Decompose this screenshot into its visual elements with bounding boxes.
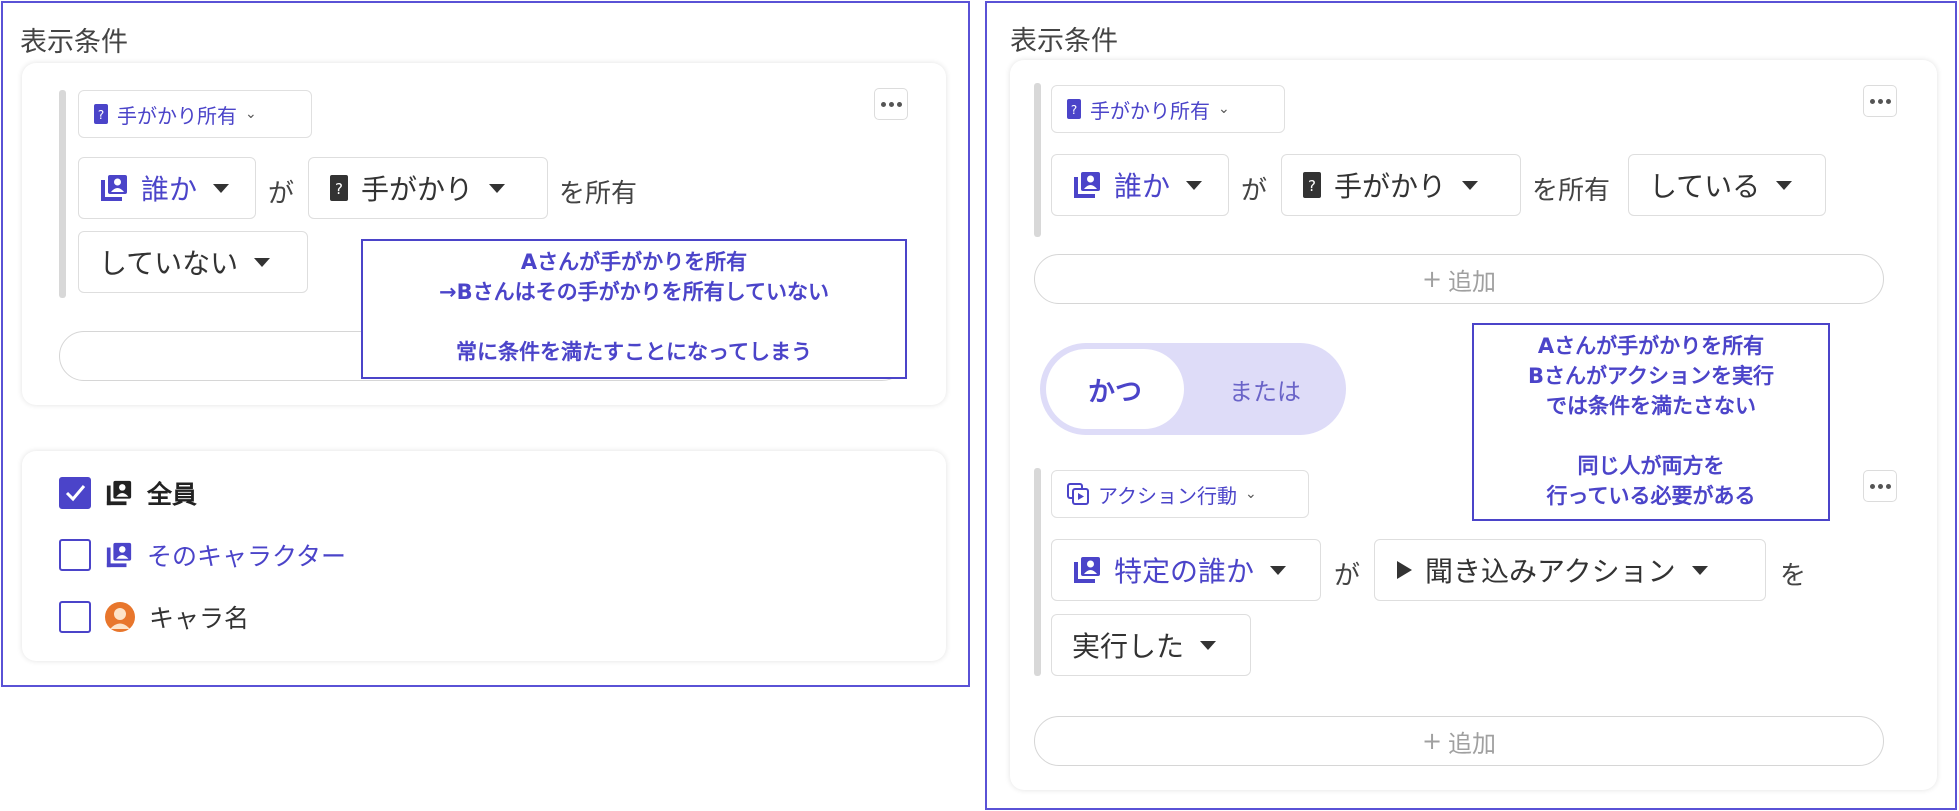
particle-wo: を	[1780, 561, 1807, 591]
person-card-icon	[105, 541, 133, 569]
section-title: 表示条件	[20, 27, 128, 58]
clue-dropdown[interactable]: ? 手がかり	[1281, 154, 1521, 216]
action-dropdown[interactable]: 聞き込みアクション	[1374, 539, 1766, 601]
state-label: している	[1649, 170, 1761, 203]
subject-label: 誰か	[141, 173, 198, 206]
subject-dropdown[interactable]: 誰か	[78, 157, 256, 219]
svg-text:?: ?	[98, 108, 104, 122]
toggle-option-and[interactable]: かつ	[1046, 349, 1184, 429]
avatar-icon	[105, 602, 135, 632]
note-line: →Bさんはその手がかりを所有していない	[439, 280, 829, 304]
clue-card-icon: ?	[1066, 98, 1082, 120]
left-panel: 表示条件 ? 手がかり所有 ⌄ 誰か が ? 手がかり を所有 していない Aさ…	[1, 1, 970, 687]
caret-down-icon	[254, 257, 271, 267]
action-label: 聞き込みアクション	[1425, 555, 1676, 588]
condition-type-selector[interactable]: ? 手がかり所有 ⌄	[1051, 85, 1285, 133]
target-card: 全員 そのキャラクター キャラ名	[22, 451, 946, 661]
note-line: Aさんが手がかりを所有	[1537, 334, 1765, 358]
clue-card-icon: ?	[329, 174, 349, 202]
particle-ga: が	[1334, 561, 1361, 591]
verb-own: を所有	[559, 179, 638, 209]
condition-type-selector[interactable]: ? 手がかり所有 ⌄	[78, 90, 312, 138]
annotation-note: Aさんが手がかりを所有 Bさんがアクションを実行 では条件を満たさない 同じ人が…	[1472, 323, 1830, 521]
note-line: では条件を満たさない	[1546, 394, 1756, 418]
chevron-down-icon: ⌄	[245, 106, 257, 122]
target-option[interactable]: キャラ名	[59, 599, 249, 635]
clue-card-icon: ?	[1302, 171, 1322, 199]
target-option[interactable]: 全員	[59, 475, 197, 511]
clue-label: 手がかり	[361, 173, 474, 206]
condition-group-bar	[1034, 83, 1041, 237]
particle-ga: が	[268, 179, 295, 209]
target-label: キャラ名	[149, 604, 250, 633]
caret-down-icon	[1270, 565, 1287, 575]
caret-down-icon	[1186, 180, 1203, 190]
state-label: していない	[99, 247, 239, 280]
condition-group-bar	[59, 90, 66, 298]
state-label: 実行した	[1072, 630, 1185, 663]
checkbox-checked[interactable]	[59, 477, 91, 509]
note-line: 同じ人が両方を	[1577, 454, 1725, 478]
particle-ga: が	[1241, 176, 1268, 206]
subject-dropdown[interactable]: 特定の誰か	[1051, 539, 1321, 601]
plus-icon: +	[1421, 727, 1443, 755]
person-card-icon	[99, 173, 129, 203]
svg-text:?: ?	[335, 180, 343, 198]
clue-dropdown[interactable]: ? 手がかり	[308, 157, 548, 219]
note-line: Aさんが手がかりを所有	[520, 250, 748, 274]
person-card-icon	[1072, 555, 1102, 585]
condition-type-label: アクション行動	[1098, 483, 1237, 508]
clue-label: 手がかり	[1334, 170, 1447, 203]
logic-toggle[interactable]: かつ または	[1040, 343, 1346, 435]
more-options-button[interactable]	[1863, 85, 1897, 117]
subject-label: 特定の誰か	[1114, 555, 1255, 588]
verb-own: を所有	[1532, 176, 1611, 206]
subject-label: 誰か	[1114, 170, 1171, 203]
caret-down-icon	[1776, 180, 1793, 190]
person-card-icon	[1072, 170, 1102, 200]
caret-down-icon	[1691, 565, 1708, 575]
caret-down-icon	[1462, 180, 1479, 190]
clue-card-icon: ?	[93, 103, 109, 125]
more-options-button[interactable]	[1863, 470, 1897, 502]
note-line: Bさんがアクションを実行	[1528, 364, 1774, 388]
add-label: 追加	[1448, 267, 1497, 296]
caret-down-icon	[213, 183, 230, 193]
chevron-down-icon: ⌄	[1245, 486, 1257, 502]
state-dropdown[interactable]: していない	[78, 231, 308, 293]
toggle-option-or[interactable]: または	[1190, 349, 1340, 429]
condition-group-bar	[1034, 468, 1041, 676]
svg-text:?: ?	[1308, 177, 1316, 195]
caret-down-icon	[1200, 640, 1217, 650]
condition-type-selector[interactable]: アクション行動 ⌄	[1051, 470, 1309, 518]
checkbox-unchecked[interactable]	[59, 601, 91, 633]
plus-icon: +	[1421, 265, 1443, 293]
caret-down-icon	[489, 183, 506, 193]
state-dropdown[interactable]: 実行した	[1051, 614, 1251, 676]
person-card-icon	[105, 479, 133, 507]
section-title: 表示条件	[1010, 26, 1118, 57]
note-line: 常に条件を満たすことになってしまう	[456, 340, 812, 364]
right-panel: 表示条件 ? 手がかり所有 ⌄ 誰か が ? 手がかり を所有 している + 追…	[985, 1, 1957, 810]
add-condition-button[interactable]: + 追加	[1034, 716, 1884, 766]
note-line	[363, 307, 905, 337]
more-options-button[interactable]	[874, 88, 908, 120]
action-icon	[1066, 482, 1090, 506]
note-line	[1474, 421, 1828, 451]
target-option[interactable]: そのキャラクター	[59, 537, 346, 573]
checkbox-unchecked[interactable]	[59, 539, 91, 571]
play-icon	[1395, 560, 1413, 580]
add-label: 追加	[1448, 729, 1497, 758]
target-label: 全員	[147, 480, 198, 509]
add-condition-button[interactable]: + 追加	[1034, 254, 1884, 304]
subject-dropdown[interactable]: 誰か	[1051, 154, 1229, 216]
annotation-note: Aさんが手がかりを所有 →Bさんはその手がかりを所有していない 常に条件を満たす…	[361, 239, 907, 379]
target-label: そのキャラクター	[147, 542, 347, 571]
svg-text:?: ?	[1071, 103, 1077, 117]
chevron-down-icon: ⌄	[1218, 101, 1230, 117]
condition-type-label: 手がかり所有	[1090, 98, 1210, 123]
note-line: 行っている必要がある	[1546, 484, 1756, 508]
condition-type-label: 手がかり所有	[117, 103, 237, 128]
state-dropdown[interactable]: している	[1628, 154, 1826, 216]
